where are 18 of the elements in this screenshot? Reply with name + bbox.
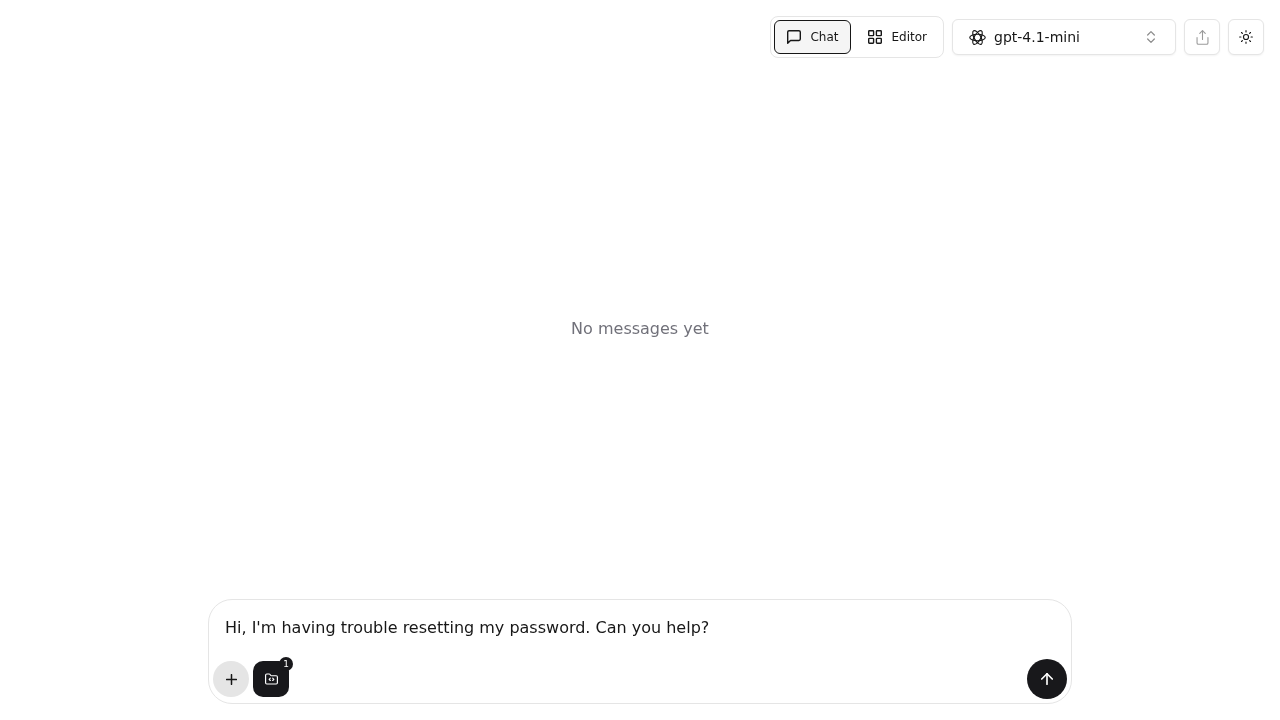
chevrons-up-down-icon <box>1147 31 1155 43</box>
message-composer[interactable]: Hi, I'm having trouble resetting my password. Can you help? 1 <box>208 599 1072 704</box>
send-button[interactable] <box>1027 659 1067 699</box>
plus-icon <box>225 673 237 685</box>
model-select[interactable]: gpt-4.1-mini <box>952 19 1176 55</box>
sun-icon <box>1239 30 1253 44</box>
view-tab[interactable]: Editor <box>855 20 940 54</box>
theme-toggle-button[interactable] <box>1228 19 1264 55</box>
atom-logo-icon <box>969 28 986 46</box>
count-badge: 1 <box>279 657 293 671</box>
view-tab[interactable]: Chat <box>774 20 852 54</box>
speech-bubble-icon <box>787 30 802 44</box>
share-icon <box>1195 29 1209 45</box>
message-input[interactable]: Hi, I'm having trouble resetting my password. Can you help? <box>209 600 1071 659</box>
grid-icon <box>868 30 883 44</box>
empty-state-text: No messages yet <box>571 319 709 338</box>
code-folder-icon <box>264 673 278 685</box>
files-button[interactable] <box>253 661 289 697</box>
